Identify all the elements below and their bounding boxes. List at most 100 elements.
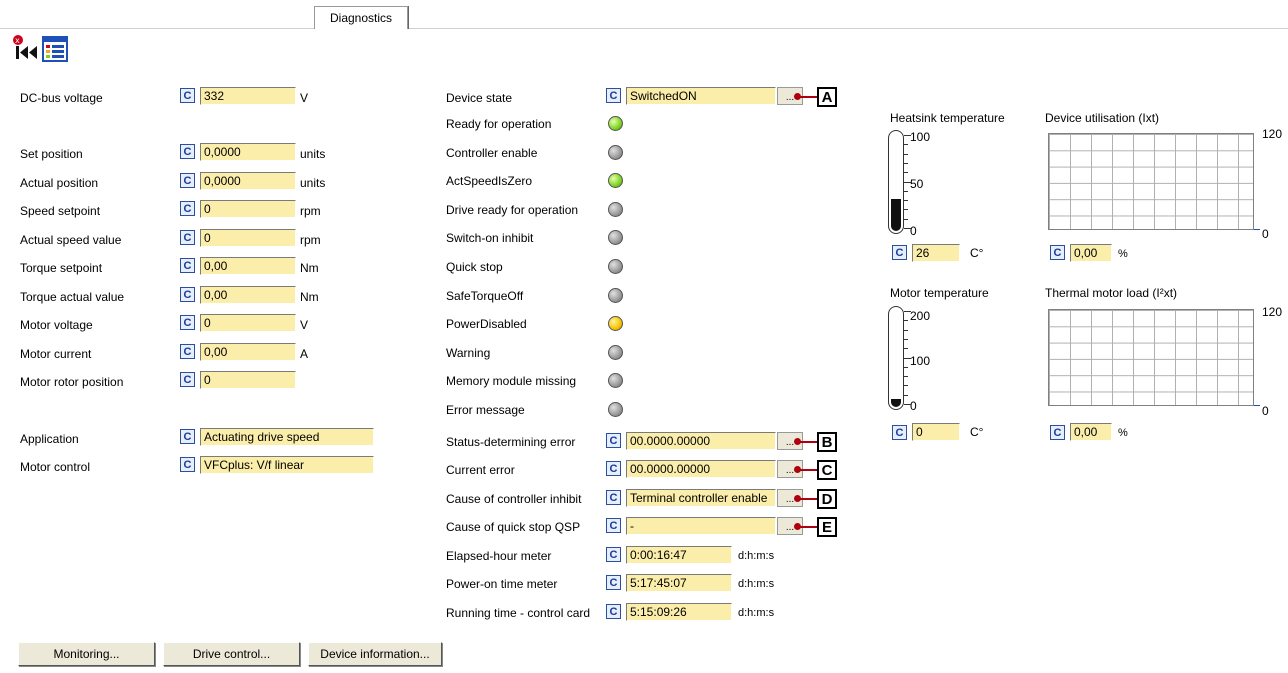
motor-temp-scale-tick <box>904 320 908 321</box>
left-motor-current-label: Motor current <box>20 347 92 361</box>
thermal-scale-min: 0 <box>1262 404 1269 418</box>
time-power-on-time-meter-field: 5:17:45:07 <box>626 574 732 592</box>
motor-temp-scale-mid: 100 <box>910 354 931 368</box>
status-controller-enable-led <box>608 145 623 160</box>
status-actspeediszero-led <box>608 173 623 188</box>
left-torque-setpoint-label: Torque setpoint <box>20 261 103 275</box>
c-button[interactable]: C <box>606 88 621 103</box>
left-actual-position-unit: units <box>300 176 326 190</box>
motor-temp-scale-max: 200 <box>910 309 931 323</box>
marker-e: E <box>817 517 837 537</box>
left-motor-current-unit: A <box>300 347 309 361</box>
heatsink-scale-tick <box>904 200 908 201</box>
status-quick-stop-led <box>608 259 623 274</box>
error-cause-of-controller-inhibit-label: Cause of controller inhibit <box>446 492 582 506</box>
c-button[interactable]: C <box>180 287 195 302</box>
left-torque-actual-value-label: Torque actual value <box>20 290 125 304</box>
go-to-start-icon[interactable]: x <box>12 34 40 64</box>
status-ready-for-operation-label: Ready for operation <box>446 117 552 131</box>
motor-temp-value-field: 0 <box>912 423 960 441</box>
utilisation-unit: % <box>1118 248 1128 260</box>
marker-pin-line <box>798 96 817 98</box>
status-warning-label: Warning <box>446 346 491 360</box>
utilisation-title: Device utilisation (Ixt) <box>1045 111 1160 125</box>
svg-text:x: x <box>15 36 20 45</box>
motor-temp-unit: C° <box>970 425 984 439</box>
motor-temp-scale-tick <box>904 404 911 405</box>
left-speed-setpoint-label: Speed setpoint <box>20 204 101 218</box>
c-button[interactable]: C <box>180 258 195 273</box>
error-status-determining-error-field: 00.0000.00000 <box>626 432 776 450</box>
left-dc-bus-voltage-unit: V <box>300 91 309 105</box>
heatsink-scale-tick <box>904 135 911 136</box>
left-actual-position-label: Actual position <box>20 176 99 190</box>
c-button[interactable]: C <box>180 344 195 359</box>
drive-control-button[interactable]: Drive control... <box>163 642 300 666</box>
thermal-zero-line <box>1254 405 1260 406</box>
c-button[interactable]: C <box>180 173 195 188</box>
c-button[interactable]: C <box>892 425 907 440</box>
left-speed-setpoint-field: 0 <box>200 200 296 218</box>
status-switch-on-inhibit-led <box>608 230 623 245</box>
c-button[interactable]: C <box>606 490 621 505</box>
device-state-field: SwitchedON <box>626 87 776 105</box>
c-button[interactable]: C <box>180 201 195 216</box>
left-motor-voltage-field: 0 <box>200 314 296 332</box>
left-motor-rotor-position-field: 0 <box>200 371 296 389</box>
marker-c: C <box>817 460 837 480</box>
status-controller-enable-label: Controller enable <box>446 146 538 160</box>
c-button[interactable]: C <box>180 315 195 330</box>
status-quick-stop-label: Quick stop <box>446 260 503 274</box>
motor-temp-scale-tick <box>904 348 908 349</box>
error-current-error-field: 00.0000.00000 <box>626 460 776 478</box>
left-set-position-unit: units <box>300 147 326 161</box>
c-button[interactable]: C <box>606 575 621 590</box>
heatsink-scale-mid: 50 <box>910 177 924 191</box>
c-button[interactable]: C <box>180 144 195 159</box>
marker-a: A <box>817 87 837 107</box>
heatsink-level-fill <box>891 199 901 231</box>
error-cause-of-quick-stop-qsp-field: - <box>626 517 776 535</box>
time-power-on-time-meter-label: Power-on time meter <box>446 577 558 591</box>
time-power-on-time-meter-unit: d:h:m:s <box>738 578 775 590</box>
time-elapsed-hour-meter-unit: d:h:m:s <box>738 550 775 562</box>
tab-strip-line <box>0 28 1288 29</box>
status-safetorqueoff-label: SafeTorqueOff <box>446 289 524 303</box>
c-button[interactable]: C <box>606 461 621 476</box>
c-button[interactable]: C <box>180 457 195 472</box>
status-actspeediszero-label: ActSpeedIsZero <box>446 174 533 188</box>
c-button[interactable]: C <box>180 230 195 245</box>
marker-pin-line <box>798 441 817 443</box>
thermal-title: Thermal motor load (I²xt) <box>1045 286 1178 300</box>
c-button[interactable]: C <box>180 88 195 103</box>
c-button[interactable]: C <box>1050 245 1065 260</box>
motor-temp-scale-tick <box>904 330 908 331</box>
left-dc-bus-voltage-field: 332 <box>200 87 296 105</box>
c-button[interactable]: C <box>1050 425 1065 440</box>
tab-diagnostics[interactable]: Diagnostics <box>314 6 408 29</box>
left-motor-rotor-position-label: Motor rotor position <box>20 375 124 389</box>
monitoring-button[interactable]: Monitoring... <box>18 642 155 666</box>
device-state-label: Device state <box>446 91 513 105</box>
status-memory-module-missing-led <box>608 373 623 388</box>
c-button[interactable]: C <box>606 604 621 619</box>
left-motor-voltage-unit: V <box>300 318 309 332</box>
c-button[interactable]: C <box>606 433 621 448</box>
error-cause-of-quick-stop-qsp-label: Cause of quick stop QSP <box>446 520 581 534</box>
device-information-button[interactable]: Device information... <box>308 642 442 666</box>
heatsink-title: Heatsink temperature <box>890 111 1005 125</box>
heatsink-scale-tick <box>904 163 908 164</box>
status-drive-ready-for-operation-label: Drive ready for operation <box>446 203 579 217</box>
status-drive-ready-for-operation-led <box>608 202 623 217</box>
parameter-list-icon[interactable] <box>42 36 68 62</box>
heatsink-scale-tick <box>904 209 908 210</box>
status-ready-for-operation-led <box>608 116 623 131</box>
c-button[interactable]: C <box>606 547 621 562</box>
motor-temp-scale-tick <box>904 367 908 368</box>
c-button[interactable]: C <box>180 429 195 444</box>
left-application-field: Actuating drive speed <box>200 428 374 446</box>
c-button[interactable]: C <box>180 372 195 387</box>
c-button[interactable]: C <box>892 245 907 260</box>
c-button[interactable]: C <box>606 518 621 533</box>
error-cause-of-controller-inhibit-field: Terminal controller enable <box>626 489 776 507</box>
